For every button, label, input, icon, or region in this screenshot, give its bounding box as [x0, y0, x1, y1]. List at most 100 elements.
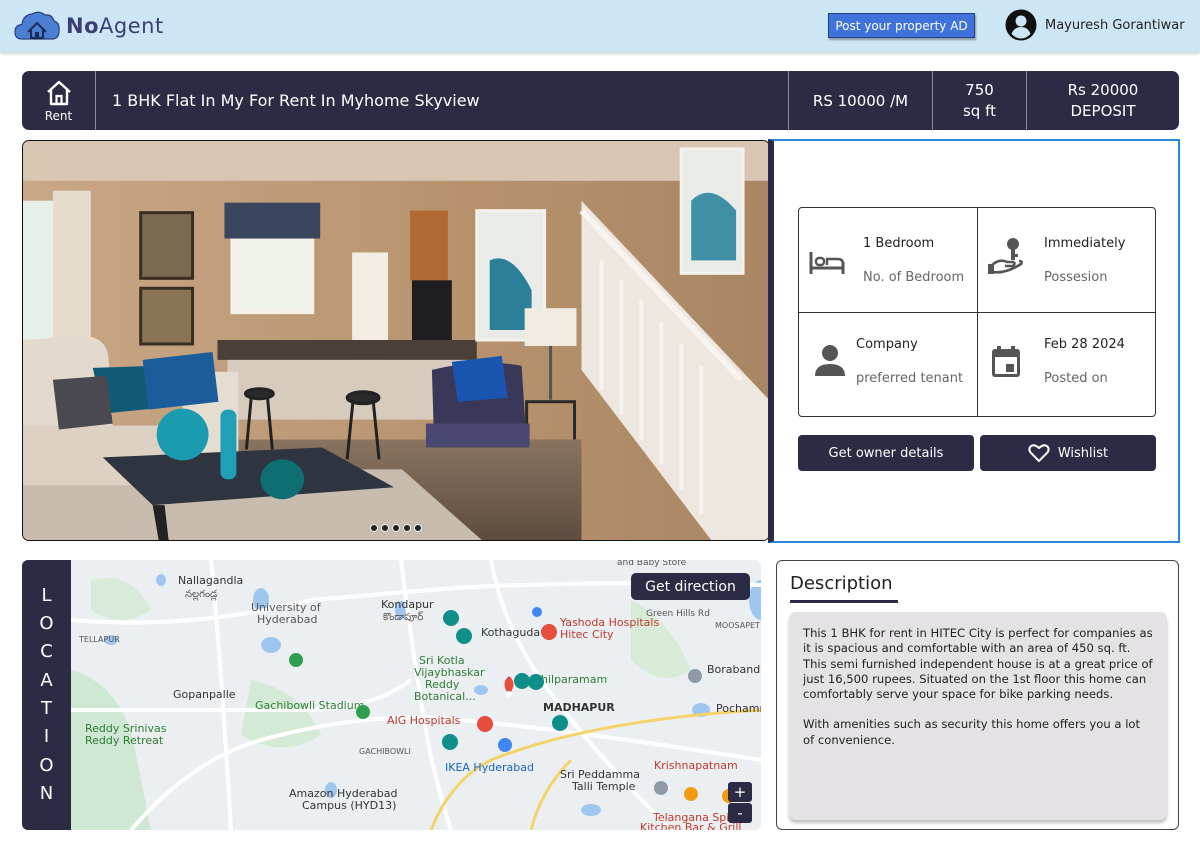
map-label: Botanical...	[414, 690, 476, 703]
bed-icon	[809, 252, 845, 274]
map-label: Krishnapatnam	[654, 759, 738, 772]
map-label: Green Hills Rd	[646, 609, 710, 619]
posted-info: Feb 28 2024 Posted on	[977, 312, 1155, 416]
map-label: Hyderabad	[257, 613, 318, 626]
location-letter: O	[39, 754, 54, 776]
area: 750 sq ft	[933, 71, 1027, 130]
description-box: This 1 BHK for rent in HITEC City is per…	[789, 612, 1167, 820]
deposit-value: Rs 20000	[1067, 80, 1139, 99]
map-graphic: Nallagandla నల్లగండ్ల University of Hyde…	[71, 560, 761, 830]
calendar-icon	[992, 346, 1020, 377]
map-label: Kondapur	[381, 598, 434, 611]
user-name: Mayuresh Gorantiwar	[1045, 17, 1185, 33]
location-letter: N	[39, 782, 54, 804]
map-label: కొండాపూర్	[383, 611, 423, 623]
hand-key-icon	[988, 238, 1023, 274]
posted-value: Feb 28 2024	[1044, 337, 1125, 352]
logo[interactable]: NoAgent	[14, 9, 164, 43]
map-label: Borabanda	[707, 663, 761, 676]
location-vertical-label: L O C A T I O N	[22, 560, 71, 830]
carousel-dot[interactable]	[414, 524, 422, 532]
map-label: Gachibowli Stadium	[255, 699, 364, 712]
map-label: IKEA Hyderabad	[445, 761, 534, 774]
location-letter: O	[39, 613, 54, 635]
heart-icon	[1028, 444, 1050, 463]
carousel-dot[interactable]	[370, 524, 378, 532]
tenant-value: Company	[856, 337, 918, 352]
map-label: Talli Temple	[571, 780, 636, 793]
carousel-dot[interactable]	[403, 524, 411, 532]
user-avatar-icon	[1005, 9, 1037, 41]
carousel-dots	[370, 524, 422, 532]
wishlist-label: Wishlist	[1057, 445, 1109, 461]
property-photo-carousel[interactable]	[22, 140, 770, 541]
get-owner-details-button[interactable]: Get owner details	[798, 435, 974, 471]
logo-text-bold: No	[66, 14, 100, 38]
map-label: Gopanpalle	[173, 688, 236, 701]
possession-info: Immediately Possesion	[977, 208, 1155, 312]
get-direction-button[interactable]: Get direction	[631, 573, 750, 600]
cloud-house-icon	[14, 11, 60, 40]
map-label: Hitec City	[560, 628, 614, 641]
map-label: Nallagandla	[178, 574, 243, 587]
description-paragraph: This 1 BHK for rent in HITEC City is per…	[803, 626, 1153, 702]
tenant-label: preferred tenant	[856, 371, 964, 386]
bedroom-label: No. of Bedroom	[863, 270, 965, 285]
deposit: Rs 20000 DEPOSIT	[1027, 71, 1179, 130]
map-label: GACHIBOWLI	[359, 747, 411, 756]
location-letter: A	[40, 669, 53, 691]
tenant-info: Company preferred tenant	[799, 312, 977, 416]
wishlist-button[interactable]: Wishlist	[980, 435, 1156, 471]
description-paragraph: With amenities such as security this hom…	[803, 717, 1141, 747]
location-letter: C	[40, 641, 53, 663]
property-details-panel: 1 Bedroom No. of Bedroom Immediately Pos…	[768, 139, 1180, 543]
home-icon	[46, 80, 71, 105]
map-label: AIG Hospitals	[387, 714, 461, 727]
listing-title-bar: Rent 1 BHK Flat In My For Rent In Myhome…	[22, 71, 1179, 130]
living-room-photo	[23, 141, 769, 540]
location-letter: I	[43, 726, 50, 748]
top-header: NoAgent Post your property AD Mayuresh G…	[0, 0, 1200, 52]
map-label: Pochamm	[716, 702, 761, 715]
map-label: Shilparamam	[534, 673, 607, 686]
possession-label: Possesion	[1044, 270, 1108, 285]
rent-price: RS 10000 /M	[789, 71, 933, 130]
map-label: and Baby Store	[617, 560, 687, 568]
rent-type: Rent	[22, 71, 96, 130]
carousel-dot[interactable]	[381, 524, 389, 532]
posted-label: Posted on	[1044, 371, 1108, 386]
map-label: MADHAPUR	[543, 701, 615, 714]
zoom-in-button[interactable]: +	[728, 782, 752, 802]
description-section: Description This 1 BHK for rent in HITEC…	[776, 560, 1179, 830]
details-grid: 1 Bedroom No. of Bedroom Immediately Pos…	[798, 207, 1156, 417]
user-profile[interactable]: Mayuresh Gorantiwar	[1005, 9, 1185, 41]
description-title: Description	[790, 573, 893, 594]
person-icon	[815, 345, 845, 376]
map-label: Kothaguda	[481, 626, 540, 639]
get-owner-details-label: Get owner details	[828, 445, 944, 461]
map-canvas[interactable]: Nallagandla నల్లగండ్ల University of Hyde…	[71, 560, 761, 830]
logo-text-regular: Agent	[99, 14, 164, 38]
map-label: Reddy Retreat	[85, 734, 164, 747]
location-letter: T	[41, 698, 52, 719]
description-underline	[790, 600, 898, 603]
location-map-section: L O C A T I O N Nallagandla నల్లగండ్ల Un…	[22, 560, 761, 830]
area-unit: sq ft	[962, 101, 996, 120]
logo-text: NoAgent	[66, 14, 164, 38]
map-label: Campus (HYD13)	[302, 799, 396, 812]
location-letter: L	[41, 584, 52, 606]
zoom-out-button[interactable]: -	[728, 803, 752, 823]
deposit-label: DEPOSIT	[1070, 101, 1136, 120]
map-label: Kitchen Bar & Grill	[640, 821, 741, 830]
listing-title: 1 BHK Flat In My For Rent In Myhome Skyv…	[96, 71, 789, 130]
bedroom-info: 1 Bedroom No. of Bedroom	[799, 208, 977, 312]
post-property-ad-button[interactable]: Post your property AD	[828, 13, 975, 38]
area-value: 750	[965, 80, 994, 99]
carousel-dot[interactable]	[392, 524, 400, 532]
possession-value: Immediately	[1044, 236, 1126, 251]
rent-label: Rent	[44, 108, 73, 123]
bedroom-value: 1 Bedroom	[863, 236, 935, 251]
map-label: నల్లగండ్ల	[185, 589, 218, 601]
map-label: TELLAPUR	[78, 635, 120, 644]
map-label: MOOSAPET	[715, 621, 760, 630]
